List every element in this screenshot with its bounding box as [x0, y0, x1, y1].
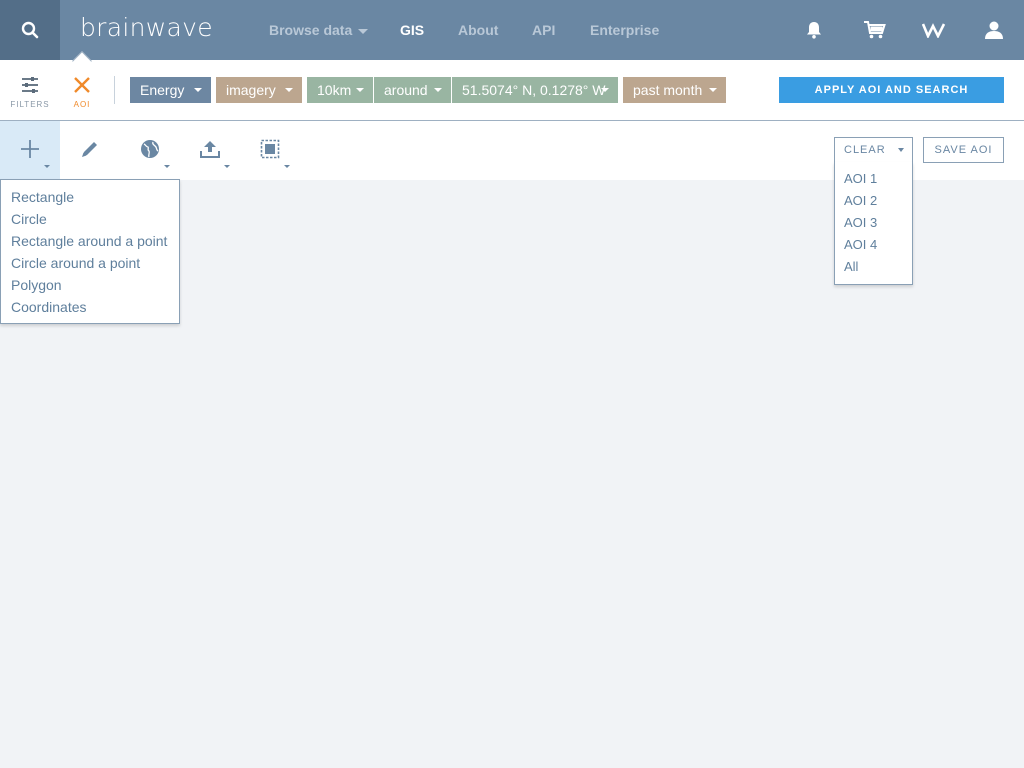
draw-shape-button[interactable]: [0, 121, 60, 180]
clear-button[interactable]: CLEAR: [834, 137, 913, 163]
user-menu-button[interactable]: [980, 16, 1008, 44]
brand-logo[interactable]: brainwave: [80, 13, 213, 42]
wave-logo-icon: [922, 23, 946, 38]
filter-pill-distance[interactable]: 10km: [307, 77, 373, 103]
nav-browse-data[interactable]: Browse data: [269, 0, 369, 60]
globe-icon: [141, 140, 159, 158]
menu-item-rectangle-around-point[interactable]: Rectangle around a point: [1, 230, 179, 252]
clear-button-label: CLEAR: [844, 144, 886, 156]
nav-about[interactable]: About: [458, 0, 498, 60]
draw-shape-menu: Rectangle Circle Rectangle around a poin…: [0, 179, 180, 324]
menu-item-aoi-2[interactable]: AOI 2: [835, 190, 912, 212]
nav-gis[interactable]: GIS: [400, 0, 424, 60]
filter-pill-imagery[interactable]: imagery: [216, 77, 302, 103]
filter-bar: FILTERS AOI Energy imagery 10km around 5…: [0, 60, 1024, 121]
cart-icon: [864, 21, 886, 39]
sliders-icon: [22, 77, 38, 93]
save-aoi-button[interactable]: SAVE AOI: [923, 137, 1004, 163]
globe-layer-button[interactable]: [120, 121, 180, 180]
select-area-icon: [260, 139, 280, 159]
upload-button[interactable]: [180, 121, 240, 180]
pencil-icon: [82, 142, 97, 157]
chevron-down-icon: [601, 88, 609, 92]
tab-filters[interactable]: FILTERS: [0, 60, 60, 120]
chevron-down-icon: [44, 165, 50, 168]
menu-item-aoi-1[interactable]: AOI 1: [835, 168, 912, 190]
nav-enterprise[interactable]: Enterprise: [590, 0, 659, 60]
close-icon: [74, 77, 90, 93]
menu-item-circle-around-point[interactable]: Circle around a point: [1, 252, 179, 274]
filter-pill-coordinates[interactable]: 51.5074° N, 0.1278° W: [452, 77, 618, 103]
filter-pill-coordinates-label: 51.5074° N, 0.1278° W: [462, 82, 606, 98]
cart-button[interactable]: [861, 16, 889, 44]
select-area-button[interactable]: [240, 121, 300, 180]
filter-pill-imagery-label: imagery: [226, 82, 276, 98]
chevron-down-icon: [224, 165, 230, 168]
chevron-down-icon: [285, 88, 293, 92]
clear-menu: AOI 1 AOI 2 AOI 3 AOI 4 All: [834, 162, 913, 285]
menu-item-circle[interactable]: Circle: [1, 208, 179, 230]
menu-item-aoi-4[interactable]: AOI 4: [835, 234, 912, 256]
search-icon: [21, 21, 39, 39]
chevron-down-icon: [898, 148, 904, 152]
nav-api[interactable]: API: [532, 0, 555, 60]
divider: [114, 76, 115, 104]
menu-item-all[interactable]: All: [835, 256, 912, 278]
notifications-button[interactable]: [800, 16, 828, 44]
filter-pill-energy-label: Energy: [140, 82, 185, 98]
user-icon: [985, 21, 1003, 39]
filter-pill-energy[interactable]: Energy: [130, 77, 211, 103]
chevron-down-icon: [194, 88, 202, 92]
nav-browse-label: Browse data: [269, 22, 353, 38]
chevron-down-icon: [358, 28, 369, 34]
filter-pill-time-label: past month: [633, 82, 703, 98]
bell-icon: [807, 22, 821, 39]
filter-pill-distance-label: 10km: [317, 82, 352, 98]
chevron-down-icon: [284, 165, 290, 168]
filter-pill-relation[interactable]: around: [374, 77, 451, 103]
filter-pill-time[interactable]: past month: [623, 77, 726, 103]
plus-icon: [21, 140, 39, 158]
tab-aoi-label: AOI: [73, 100, 91, 109]
tab-filters-label: FILTERS: [10, 100, 50, 109]
menu-item-aoi-3[interactable]: AOI 3: [835, 212, 912, 234]
apply-aoi-search-button[interactable]: APPLY AOI AND SEARCH: [779, 77, 1004, 103]
wave-app-button[interactable]: [920, 16, 948, 44]
menu-item-polygon[interactable]: Polygon: [1, 274, 179, 296]
filter-pill-relation-label: around: [384, 82, 428, 98]
search-button[interactable]: [0, 0, 60, 60]
chevron-down-icon: [356, 88, 364, 92]
menu-item-rectangle[interactable]: Rectangle: [1, 186, 179, 208]
chevron-down-icon: [164, 165, 170, 168]
upload-icon: [200, 141, 220, 158]
chevron-down-icon: [434, 88, 442, 92]
top-navigation: brainwave Browse data GIS About API Ente…: [0, 0, 1024, 60]
edit-shape-button[interactable]: [60, 121, 120, 180]
menu-item-coordinates[interactable]: Coordinates: [1, 296, 179, 318]
chevron-down-icon: [709, 88, 717, 92]
